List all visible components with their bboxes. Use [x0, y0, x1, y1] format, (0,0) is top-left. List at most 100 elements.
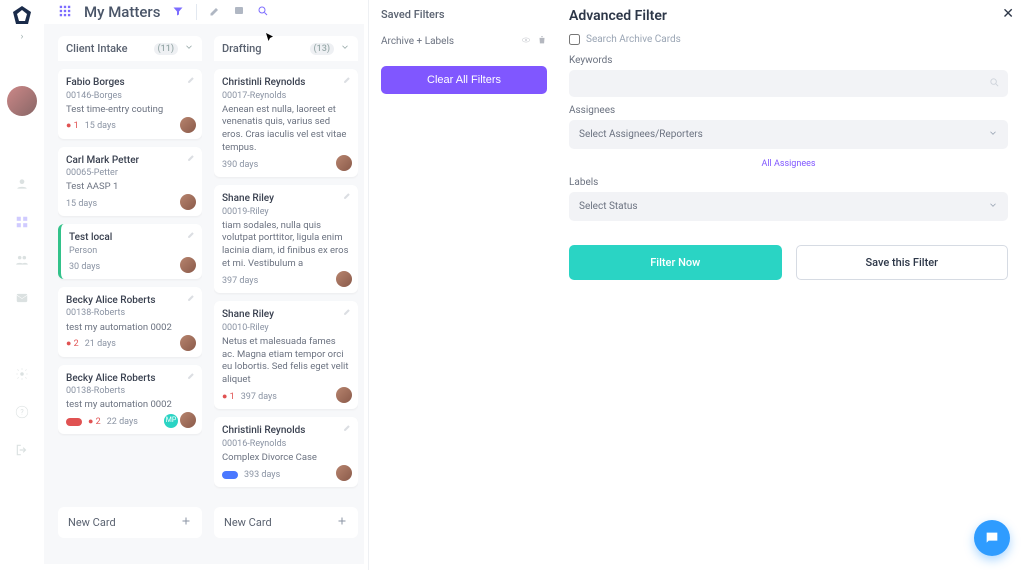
- card-desc: Netus et malesuada fames ac. Magna etiam…: [222, 336, 350, 387]
- edit-icon[interactable]: [187, 230, 196, 244]
- kanban-board: Client Intake (11) Fabio Borges00146-Bor…: [44, 24, 364, 564]
- card-reference: 00138-Roberts: [66, 307, 194, 319]
- nav-logout-icon[interactable]: [14, 442, 30, 458]
- labels-label: Labels: [569, 177, 1008, 188]
- avatar: [180, 257, 196, 273]
- avatar: [336, 271, 352, 287]
- card-meta: 30 days: [69, 261, 194, 273]
- separator: [196, 4, 197, 20]
- edit-icon[interactable]: [343, 423, 352, 437]
- card-meta: ● 1397 days: [222, 391, 350, 403]
- search-archive-checkbox[interactable]: Search Archive Cards: [569, 34, 1008, 45]
- card-meta: ● 115 days: [66, 120, 194, 132]
- card-meta: 393 days: [222, 469, 350, 481]
- svg-text:?: ?: [20, 408, 24, 416]
- card-list: Fabio Borges00146-BorgesTest time-entry …: [58, 61, 202, 564]
- nav-contacts-icon[interactable]: [14, 176, 30, 192]
- plus-icon: [336, 515, 348, 530]
- all-assignees-link[interactable]: All Assignees: [569, 159, 1008, 169]
- card[interactable]: Christinli Reynolds00016-ReynoldsComplex…: [214, 417, 358, 487]
- chat-bubble-button[interactable]: [974, 520, 1010, 556]
- avatar: [180, 335, 196, 351]
- avatar: [336, 155, 352, 171]
- search-icon[interactable]: [257, 5, 269, 20]
- card-desc: test my automation 0002: [66, 399, 194, 412]
- column-title: Drafting: [222, 42, 262, 55]
- chevron-down-icon[interactable]: [184, 42, 194, 55]
- save-this-filter-button[interactable]: Save this Filter: [796, 245, 1009, 280]
- card-name: Becky Alice Roberts: [66, 372, 194, 386]
- card[interactable]: Carl Mark Petter00065-Petter Test AASP 1 1…: [58, 147, 202, 217]
- nav-reports-icon[interactable]: [14, 328, 30, 344]
- new-card-button[interactable]: New Card: [58, 507, 202, 538]
- edit-icon[interactable]: [187, 371, 196, 385]
- archive-checkbox-input[interactable]: [569, 34, 580, 45]
- saved-filter-row[interactable]: Archive + Labels: [381, 31, 547, 52]
- column-client-intake: Client Intake (11) Fabio Borges00146-Bor…: [58, 36, 202, 564]
- eye-icon[interactable]: [521, 35, 531, 48]
- saved-filters-col: Saved Filters Archive + Labels Clear All…: [369, 0, 559, 570]
- chevron-down-icon[interactable]: [340, 42, 350, 55]
- labels-select[interactable]: Select Status: [569, 192, 1008, 221]
- card-meta: ● 221 days: [66, 338, 194, 350]
- edit-icon[interactable]: [187, 75, 196, 89]
- keywords-input[interactable]: [569, 70, 1008, 97]
- close-icon[interactable]: ✕: [1002, 6, 1014, 22]
- card-name: Christinli Reynolds: [222, 76, 350, 90]
- assignees-select[interactable]: Select Assignees/Reporters: [569, 120, 1008, 149]
- trash-icon[interactable]: [537, 35, 547, 48]
- app-logo[interactable]: [10, 4, 34, 28]
- user-avatar[interactable]: [7, 86, 37, 116]
- avatar: [336, 387, 352, 403]
- labels-placeholder: Select Status: [579, 201, 638, 212]
- column-header[interactable]: Client Intake (11): [58, 36, 202, 61]
- edit-icon[interactable]: [343, 191, 352, 205]
- column-count: (13): [310, 43, 335, 55]
- new-card-button[interactable]: New Card: [214, 507, 358, 538]
- column-header[interactable]: Drafting (13): [214, 36, 358, 61]
- new-card-label: New Card: [224, 516, 272, 529]
- note-icon[interactable]: [233, 5, 245, 20]
- card[interactable]: Becky Alice Roberts00138-Robertstest my …: [58, 287, 202, 357]
- card-name: Christinli Reynolds: [222, 424, 350, 438]
- card[interactable]: Fabio Borges00146-BorgesTest time-entry …: [58, 69, 202, 139]
- edit-icon[interactable]: [343, 75, 352, 89]
- keywords-label: Keywords: [569, 55, 1008, 66]
- filters-panel: Saved Filters Archive + Labels Clear All…: [368, 0, 1024, 570]
- card-meta: 15 days: [66, 198, 194, 210]
- card-name: Shane Riley: [222, 308, 350, 322]
- edit-icon[interactable]: [187, 293, 196, 307]
- page-title: My Matters: [84, 3, 160, 21]
- nav-people-icon[interactable]: [14, 252, 30, 268]
- card-reference: 00065-Petter: [66, 167, 194, 179]
- apps-icon[interactable]: [58, 4, 72, 21]
- search-icon: [989, 77, 1000, 91]
- edit-icon[interactable]: [187, 153, 196, 167]
- card-name: Becky Alice Roberts: [66, 294, 194, 308]
- card[interactable]: Christinli Reynolds00017-ReynoldsAenean …: [214, 69, 358, 177]
- chevron-down-icon: [988, 200, 998, 213]
- card[interactable]: Test localPerson30 days: [58, 224, 202, 279]
- edit-icon[interactable]: [343, 307, 352, 321]
- nav-mail-icon[interactable]: [14, 290, 30, 306]
- card[interactable]: Shane Riley00010-RileyNetus et malesuada…: [214, 301, 358, 409]
- card[interactable]: Shane Riley00019-Riley tiam sodales, null…: [214, 185, 358, 293]
- clear-all-filters-button[interactable]: Clear All Filters: [381, 66, 547, 94]
- filter-now-button[interactable]: Filter Now: [569, 245, 782, 280]
- card-desc: Test time-entry couting: [66, 104, 194, 117]
- plus-icon: [180, 515, 192, 530]
- card[interactable]: Becky Alice Roberts00138-Robertstest my …: [58, 365, 202, 435]
- card-reference: 00019-Riley: [222, 206, 350, 218]
- nav-boards-icon[interactable]: [14, 214, 30, 230]
- edit-icon[interactable]: [209, 5, 221, 20]
- panel-collapse-icon[interactable]: ›: [21, 32, 24, 42]
- nav-help-icon[interactable]: ?: [14, 404, 30, 420]
- avatar: [180, 117, 196, 133]
- nav-settings-icon[interactable]: [14, 366, 30, 382]
- card-meta: 390 days: [222, 159, 350, 171]
- card-name: Carl Mark Petter: [66, 154, 194, 168]
- filter-icon[interactable]: [172, 5, 184, 20]
- card-name: Shane Riley: [222, 192, 350, 206]
- card-desc: Test AASP 1: [66, 181, 194, 194]
- card-desc: tiam sodales, nulla quis volutpat portti…: [222, 220, 350, 271]
